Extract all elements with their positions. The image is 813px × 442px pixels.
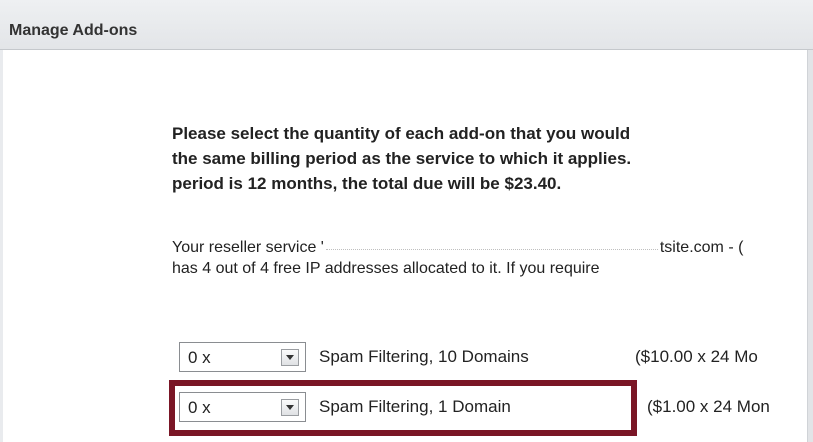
intro-text: Please select the quantity of each add-o…	[172, 121, 631, 196]
reseller-line-1: Your reseller service ' tsite.com - (	[172, 237, 743, 258]
reseller-suffix: tsite.com - (	[659, 239, 744, 256]
addon-name: Spam Filtering, 10 Domains	[319, 347, 529, 366]
reseller-prefix: Your reseller service '	[172, 239, 324, 256]
window-titlebar: Manage Add-ons	[0, 0, 813, 50]
window-title: Manage Add-ons	[9, 22, 138, 39]
addon-price: ($1.00 x 24 Mon	[647, 397, 770, 416]
reseller-line-2: has 4 out of 4 free IP addresses allocat…	[172, 260, 600, 277]
intro-line: Please select the quantity of each add-o…	[172, 124, 631, 143]
highlight-annotation	[169, 380, 637, 436]
intro-line: the same billing period as the service t…	[172, 149, 632, 168]
addon-price: ($10.00 x 24 Mo	[635, 347, 758, 366]
window-left-border	[0, 50, 3, 442]
reseller-info: Your reseller service ' tsite.com - ( has…	[172, 237, 743, 279]
quantity-select[interactable]: 0 x	[179, 342, 306, 372]
manage-addons-window: Manage Add-ons Please select the quantit…	[0, 0, 813, 442]
quantity-value: 0 x	[188, 348, 211, 367]
redacted-text	[325, 245, 658, 251]
chevron-down-icon[interactable]	[281, 349, 299, 366]
intro-line: period is 12 months, the total due will …	[172, 174, 562, 193]
window-right-border	[807, 50, 813, 442]
